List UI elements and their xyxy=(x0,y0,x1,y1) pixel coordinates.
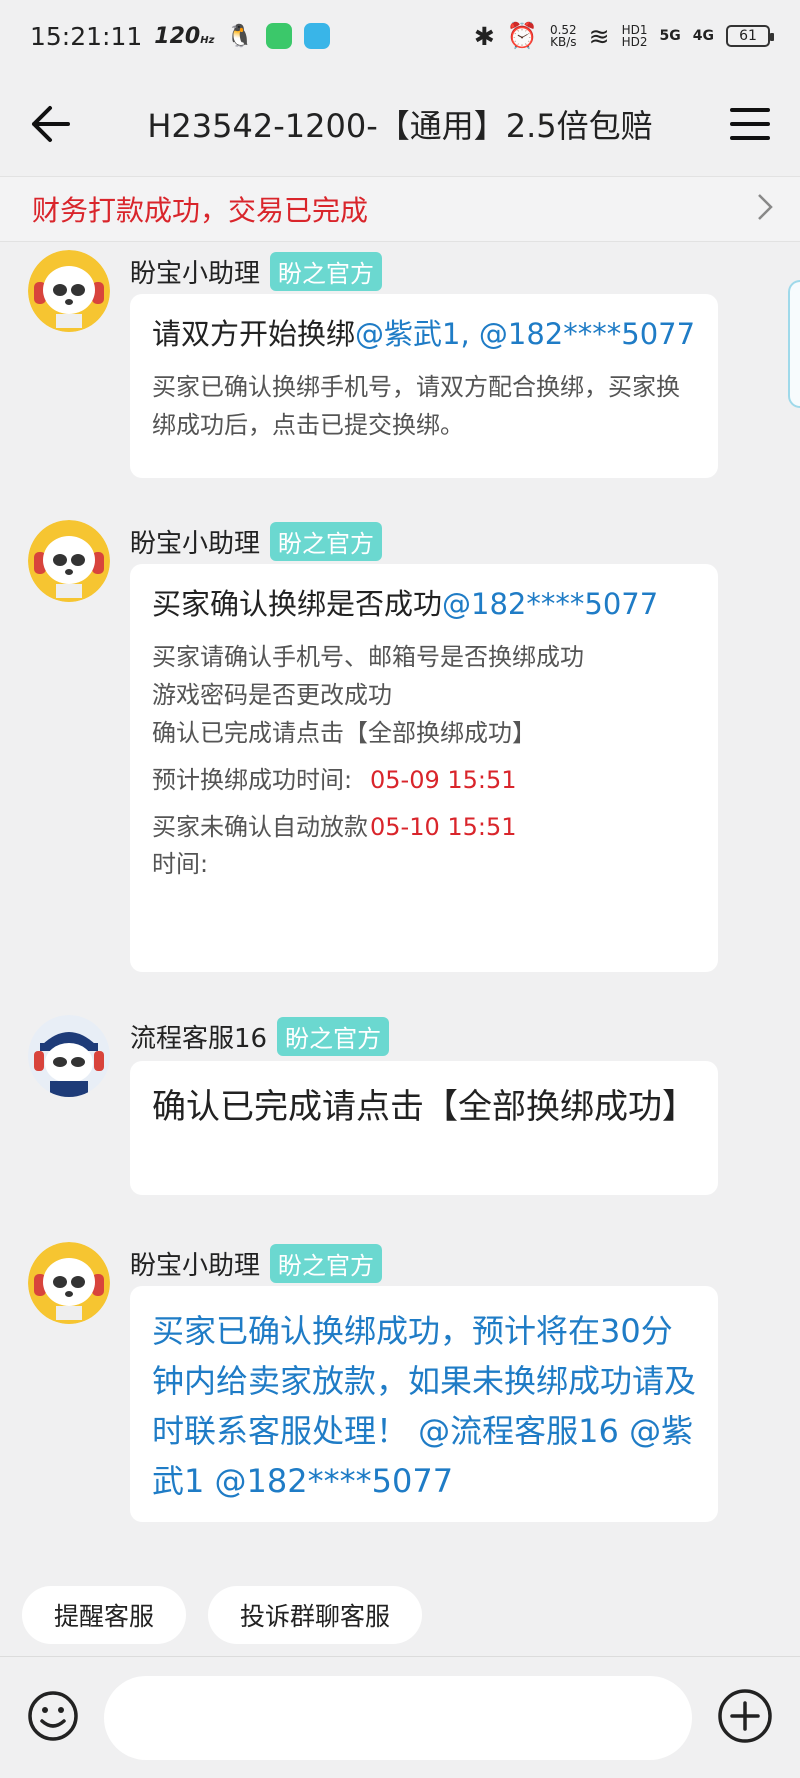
message-item: 盼宝小助理 盼之官方 请双方开始换绑@紫武1, @182****5077 买家已… xyxy=(0,250,800,480)
refresh-rate: 120Hz xyxy=(154,23,215,49)
sender-name: 盼宝小助理 xyxy=(130,1251,261,1281)
message-item: 盼宝小助理 盼之官方 买家确认换绑是否成功@182****5077 买家请确认手… xyxy=(0,520,800,980)
sender-name: 流程客服16 xyxy=(130,1024,268,1054)
clock: 15:21:11 xyxy=(30,21,143,51)
quick-action-bar: 提醒客服 投诉群聊客服 xyxy=(0,1574,800,1656)
mention-link[interactable]: @紫武1, @182****5077 xyxy=(355,317,695,351)
message-description: 买家已确认换绑手机号，请双方配合换绑，买家换绑成功后，点击已提交换绑。 xyxy=(152,373,680,439)
sender-name: 盼宝小助理 xyxy=(130,529,261,559)
field-value: 05-09 15:51 xyxy=(370,766,517,794)
message-bubble: 买家确认换绑是否成功@182****5077 买家请确认手机号、邮箱号是否换绑成… xyxy=(130,564,718,972)
status-bar: 15:21:11 120Hz 🐧 ✱ ⏰ 0.52 KB/s ≋ HD1 HD2 5… xyxy=(0,0,800,72)
alarm-icon: ⏰ xyxy=(506,21,538,50)
official-badge: 盼之官方 xyxy=(270,1244,383,1283)
assistant-avatar[interactable] xyxy=(28,1242,110,1324)
field-row: 买家未确认自动放款时间: 05-10 15:51 xyxy=(152,809,698,883)
back-arrow-icon[interactable] xyxy=(24,98,76,150)
remind-service-button[interactable]: 提醒客服 xyxy=(22,1586,187,1644)
chat-header: H23542-1200-【通用】2.5倍包赔 xyxy=(0,72,800,176)
message-sender: 盼宝小助理 盼之官方 xyxy=(130,1244,383,1283)
hd-indicator: HD1 HD2 xyxy=(621,23,648,49)
field-value: 05-10 15:51 xyxy=(370,813,517,841)
hamburger-menu-icon[interactable] xyxy=(724,98,776,150)
message-text: 买家已确认换绑成功，预计将在30分钟内给卖家放款，如果未换绑成功请及时联系客服处… xyxy=(152,1312,697,1500)
assistant-app-icon xyxy=(303,23,330,49)
description-line: 确认已完成请点击【全部换绑成功】 xyxy=(152,719,536,747)
sender-name: 盼宝小助理 xyxy=(130,259,261,289)
message-sender: 流程客服16 盼之官方 xyxy=(130,1017,390,1056)
message-input-bar xyxy=(0,1656,800,1778)
message-bubble: 买家已确认换绑成功，预计将在30分钟内给卖家放款，如果未换绑成功请及时联系客服处… xyxy=(130,1286,718,1522)
notice-text: 财务打款成功，交易已完成 xyxy=(32,194,369,227)
chevron-right-icon xyxy=(756,192,774,226)
plus-circle-icon[interactable] xyxy=(716,1687,774,1749)
description-line: 买家请确认手机号、邮箱号是否换绑成功 xyxy=(152,643,584,671)
chat-app-icon xyxy=(265,23,292,49)
message-item: 流程客服16 盼之官方 确认已完成请点击【全部换绑成功】 xyxy=(0,1015,800,1197)
official-badge: 盼之官方 xyxy=(277,1017,390,1056)
complain-service-button[interactable]: 投诉群聊客服 xyxy=(208,1586,423,1644)
mention-link[interactable]: @182****5077 xyxy=(442,587,658,621)
message-sender: 盼宝小助理 盼之官方 xyxy=(130,522,383,561)
message-title: 请双方开始换绑@紫武1, @182****5077 xyxy=(152,317,696,351)
field-label: 预计换绑成功时间: xyxy=(152,766,353,794)
official-badge: 盼之官方 xyxy=(270,522,383,561)
message-text: 确认已完成请点击【全部换绑成功】 xyxy=(152,1087,696,1127)
signal-5g: 5G xyxy=(659,28,681,44)
description-line: 游戏密码是否更改成功 xyxy=(152,681,392,709)
official-badge: 盼之官方 xyxy=(270,252,383,291)
battery-icon: 61 xyxy=(726,25,774,47)
assistant-avatar[interactable] xyxy=(28,520,110,602)
message-description: 买家请确认手机号、邮箱号是否换绑成功 游戏密码是否更改成功 确认已完成请点击【全… xyxy=(152,638,698,752)
wifi-icon: ≋ xyxy=(588,21,610,51)
message-bubble: 请双方开始换绑@紫武1, @182****5077 买家已确认换绑手机号，请双方… xyxy=(130,294,718,478)
message-sender: 盼宝小助理 盼之官方 xyxy=(130,252,383,291)
penguin-app-icon: 🐧 xyxy=(226,23,254,49)
agent-avatar[interactable] xyxy=(28,1015,110,1097)
net-speed: 0.52 KB/s xyxy=(549,23,577,49)
chat-title: H23542-1200-【通用】2.5倍包赔 xyxy=(147,107,653,145)
signal-4g: 4G xyxy=(692,28,714,44)
bluetooth-icon: ✱ xyxy=(473,21,495,51)
message-bubble: 确认已完成请点击【全部换绑成功】 xyxy=(130,1061,718,1195)
field-label: 买家未确认自动放款时间: xyxy=(152,813,368,878)
trade-status-notice[interactable]: 财务打款成功，交易已完成 xyxy=(0,176,800,242)
assistant-avatar[interactable] xyxy=(28,250,110,332)
emoji-icon[interactable] xyxy=(26,1689,80,1747)
field-row: 预计换绑成功时间: 05-09 15:51 xyxy=(152,762,698,799)
message-title: 买家确认换绑是否成功@182****5077 xyxy=(152,587,659,621)
message-item: 盼宝小助理 盼之官方 买家已确认换绑成功，预计将在30分钟内给卖家放款，如果未换… xyxy=(0,1242,800,1524)
message-input[interactable] xyxy=(104,1675,692,1760)
